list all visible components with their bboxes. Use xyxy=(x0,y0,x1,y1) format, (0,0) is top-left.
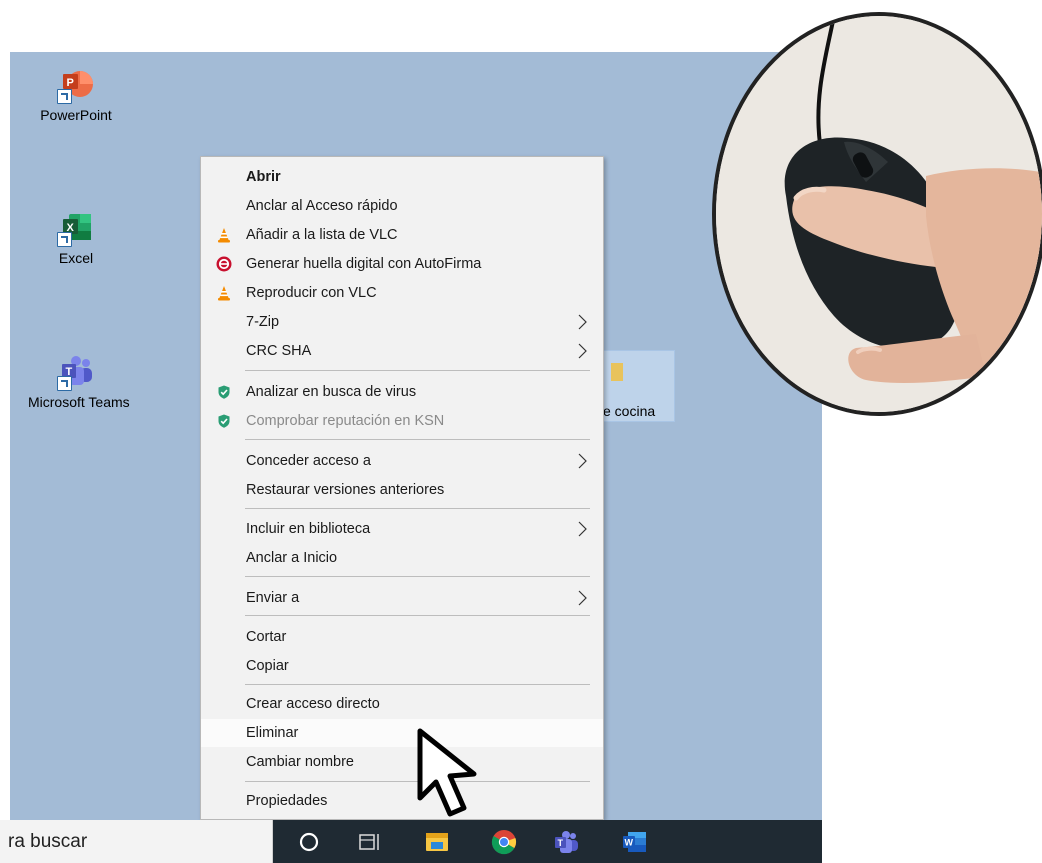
menu-item-label: Cambiar nombre xyxy=(246,754,354,770)
selected-folder-label: e cocina xyxy=(603,403,656,419)
menu-item-label: Anclar al Acceso rápido xyxy=(246,198,398,214)
menu-item-cambiar-nombre[interactable]: Cambiar nombre xyxy=(201,748,603,776)
menu-item-label: Anclar a Inicio xyxy=(246,550,338,566)
powerpoint-icon: P xyxy=(57,67,93,104)
chevron-right-icon xyxy=(578,521,587,537)
menu-item-reproducir-vlc[interactable]: Reproducir con VLC xyxy=(201,279,603,307)
menu-separator xyxy=(245,370,590,371)
menu-item-label: Eliminar xyxy=(246,725,299,741)
menu-item-label: Incluir en biblioteca xyxy=(246,521,371,537)
mouse-cursor-icon xyxy=(417,728,477,817)
menu-item-label: Analizar en busca de virus xyxy=(246,384,417,400)
menu-item-cortar[interactable]: Cortar xyxy=(201,623,603,651)
menu-item-enviar-a[interactable]: Enviar a xyxy=(201,584,603,612)
svg-text:T: T xyxy=(558,838,564,848)
desktop-icon-powerpoint[interactable]: P PowerPoint xyxy=(28,67,124,123)
chevron-right-icon xyxy=(578,590,587,606)
shortcut-arrow-icon xyxy=(57,376,72,391)
menu-item-label: Comprobar reputación en KSN xyxy=(246,413,445,429)
menu-item-label: Crear acceso directo xyxy=(246,696,380,712)
context-menu: Abrir Anclar al Acceso rápido Añadir a l… xyxy=(200,156,604,820)
shortcut-arrow-icon xyxy=(57,232,72,247)
menu-item-incluir-biblioteca[interactable]: Incluir en biblioteca xyxy=(201,515,603,543)
menu-item-copiar[interactable]: Copiar xyxy=(201,652,603,680)
teams-icon[interactable]: T xyxy=(553,829,579,855)
taskbar: ra buscar T W xyxy=(0,820,822,863)
task-view-icon[interactable] xyxy=(357,829,383,855)
svg-text:P: P xyxy=(67,77,74,89)
word-icon[interactable]: W xyxy=(621,829,647,855)
menu-item-label: Conceder acceso a xyxy=(246,453,371,469)
magnifier-circle xyxy=(712,12,1042,416)
menu-item-label: Propiedades xyxy=(246,793,328,809)
menu-item-label: Reproducir con VLC xyxy=(246,285,377,301)
chevron-right-icon xyxy=(578,314,587,330)
svg-text:W: W xyxy=(625,838,634,848)
folder-icon xyxy=(611,363,623,381)
desktop-icon-label: Microsoft Teams xyxy=(28,394,130,410)
menu-item-restaurar-versiones[interactable]: Restaurar versiones anteriores xyxy=(201,476,603,504)
menu-item-comprobar-ksn[interactable]: Comprobar reputación en KSN xyxy=(201,407,603,435)
menu-item-label: Enviar a xyxy=(246,590,300,606)
menu-separator xyxy=(245,684,590,685)
menu-item-7zip[interactable]: 7-Zip xyxy=(201,308,603,336)
teams-icon: T xyxy=(57,354,93,391)
menu-item-abrir[interactable]: Abrir xyxy=(201,163,603,191)
menu-item-autofirma[interactable]: Generar huella digital con AutoFirma xyxy=(201,250,603,278)
menu-separator xyxy=(245,576,590,577)
taskbar-search-box[interactable]: ra buscar xyxy=(0,820,273,863)
menu-item-label: Restaurar versiones anteriores xyxy=(246,482,445,498)
excel-icon: X xyxy=(57,210,93,247)
desktop-icon-teams[interactable]: T Microsoft Teams xyxy=(28,354,130,410)
mouse-hand-icon xyxy=(716,16,1042,412)
shortcut-arrow-icon xyxy=(57,89,72,104)
selected-folder[interactable]: e cocina xyxy=(600,350,675,422)
file-explorer-icon[interactable] xyxy=(424,829,450,855)
kaspersky-shield-icon xyxy=(218,414,230,428)
menu-item-conceder-acceso[interactable]: Conceder acceso a xyxy=(201,447,603,475)
menu-item-label: Copiar xyxy=(246,658,289,674)
menu-item-label: Añadir a la lista de VLC xyxy=(246,227,398,243)
chevron-right-icon xyxy=(578,453,587,469)
menu-item-label: Abrir xyxy=(246,169,281,185)
menu-separator xyxy=(245,508,590,509)
autofirma-icon xyxy=(216,256,232,272)
menu-item-label: 7-Zip xyxy=(246,314,280,330)
search-text: ra buscar xyxy=(8,831,88,852)
menu-item-crc-sha[interactable]: CRC SHA xyxy=(201,337,603,365)
desktop-icon-label: Excel xyxy=(58,250,94,266)
menu-item-crear-acceso-directo[interactable]: Crear acceso directo xyxy=(201,690,603,718)
menu-separator xyxy=(245,615,590,616)
kaspersky-shield-icon xyxy=(218,385,230,399)
cortana-circle-icon[interactable] xyxy=(296,829,322,855)
desktop-icon-label: PowerPoint xyxy=(40,107,112,123)
menu-item-anadir-vlc[interactable]: Añadir a la lista de VLC xyxy=(201,221,603,249)
menu-item-label: Cortar xyxy=(246,629,287,645)
vlc-icon xyxy=(218,228,230,243)
menu-item-eliminar[interactable]: Eliminar xyxy=(201,719,603,747)
menu-item-anclar-inicio[interactable]: Anclar a Inicio xyxy=(201,544,603,572)
menu-item-propiedades[interactable]: Propiedades xyxy=(201,787,603,815)
menu-separator xyxy=(245,439,590,440)
menu-item-anclar-acceso-rapido[interactable]: Anclar al Acceso rápido xyxy=(201,192,603,220)
chevron-right-icon xyxy=(578,343,587,359)
menu-item-analizar-virus[interactable]: Analizar en busca de virus xyxy=(201,378,603,406)
menu-item-label: Generar huella digital con AutoFirma xyxy=(246,256,482,272)
chrome-icon[interactable] xyxy=(491,829,517,855)
desktop-icon-excel[interactable]: X Excel xyxy=(28,210,124,266)
vlc-icon xyxy=(218,286,230,301)
menu-item-label: CRC SHA xyxy=(246,343,312,359)
